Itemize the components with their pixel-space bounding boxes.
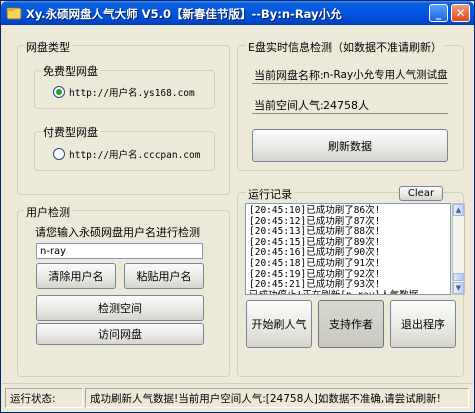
status-bar: 运行状态: 成功刷新人气数据!当前用户空间人气:[24758人]如数据不准确,请… [2, 383, 473, 411]
run-log-textarea[interactable]: [20:45:10]已成功刷了86次! [20:45:12]已成功刷了87次! [2… [245, 203, 451, 295]
run-log-scrollbar[interactable]: ▲ ▼ [452, 203, 465, 295]
paid-disk-label: 付费型网盘 [41, 124, 100, 140]
minimize-button[interactable]: _ [429, 4, 448, 22]
space-pop-label: 当前空间人气: [254, 99, 324, 112]
scroll-thumb[interactable] [453, 273, 464, 281]
log-line: [20:45:18]已成功刷了91次! [249, 257, 381, 269]
app-icon [6, 7, 22, 20]
status-label: 运行状态: [5, 388, 83, 408]
support-author-button[interactable]: 支持作者 [318, 300, 384, 348]
visit-disk-button[interactable]: 访问网盘 [36, 323, 204, 345]
current-disk-label: 当前网盘名称: [254, 69, 324, 82]
scroll-up-icon[interactable]: ▲ [453, 204, 464, 216]
log-line: 已成功停止!正在刷新[n-ray]人气数据 [249, 290, 418, 294]
free-disk-label: 免费型网盘 [41, 63, 100, 79]
radio-selected-dot [56, 89, 62, 95]
exit-program-button[interactable]: 退出程序 [390, 300, 456, 348]
current-disk-value: n-Ray小允专用人气测试盘 [323, 69, 448, 81]
paid-disk-option-text: http://用户名.cccpan.com [69, 150, 201, 161]
log-line: [20:45:10]已成功刷了86次! [249, 205, 381, 216]
run-log-group-label: 运行记录 [246, 186, 294, 202]
check-space-button[interactable]: 检测空间 [36, 295, 204, 321]
close-button[interactable]: ✕ [451, 4, 470, 22]
paid-disk-radio-button[interactable] [53, 148, 65, 160]
disk-type-group-label: 网盘类型 [24, 39, 72, 55]
free-disk-option-text: http://用户名.ys168.com [69, 88, 195, 99]
scroll-down-icon[interactable]: ▼ [453, 282, 464, 294]
current-disk-underline [252, 83, 448, 84]
username-input[interactable]: n-ray [36, 243, 203, 259]
space-pop-underline [252, 113, 448, 114]
start-brush-button[interactable]: 开始刷人气 [246, 300, 312, 348]
paste-username-button[interactable]: 粘贴用户名 [124, 263, 204, 289]
free-disk-radio[interactable]: http://用户名.ys168.com [53, 85, 195, 99]
clear-log-button[interactable]: Clear [399, 186, 443, 201]
app-window: Xy.永硕网盘人气大师 V5.0【新春佳节版】--By:n-Ray小允 _ ✕ … [0, 0, 475, 413]
title-bar[interactable]: Xy.永硕网盘人气大师 V5.0【新春佳节版】--By:n-Ray小允 _ ✕ [1, 1, 474, 25]
free-disk-radio-button[interactable] [53, 86, 65, 98]
window-title: Xy.永硕网盘人气大师 V5.0【新春佳节版】--By:n-Ray小允 [26, 7, 342, 21]
info-group-label: E盘实时信息检测（如数据不准请刷新） [246, 39, 444, 55]
clear-username-button[interactable]: 清除用户名 [36, 263, 116, 289]
user-check-group-label: 用户检测 [24, 204, 72, 220]
paid-disk-radio[interactable]: http://用户名.cccpan.com [53, 147, 200, 161]
space-pop-value: 24758人 [323, 99, 369, 112]
run-log-lines: [20:45:10]已成功刷了86次! [20:45:12]已成功刷了87次! [2… [249, 205, 418, 294]
refresh-data-button[interactable]: 刷新数据 [252, 129, 448, 162]
user-check-prompt: 请您输入永硕网盘用户名进行检测 [35, 226, 200, 239]
status-message: 成功刷新人气数据!当前用户空间人气:[24758人]如数据不准确,请尝试刷新! [85, 388, 469, 408]
